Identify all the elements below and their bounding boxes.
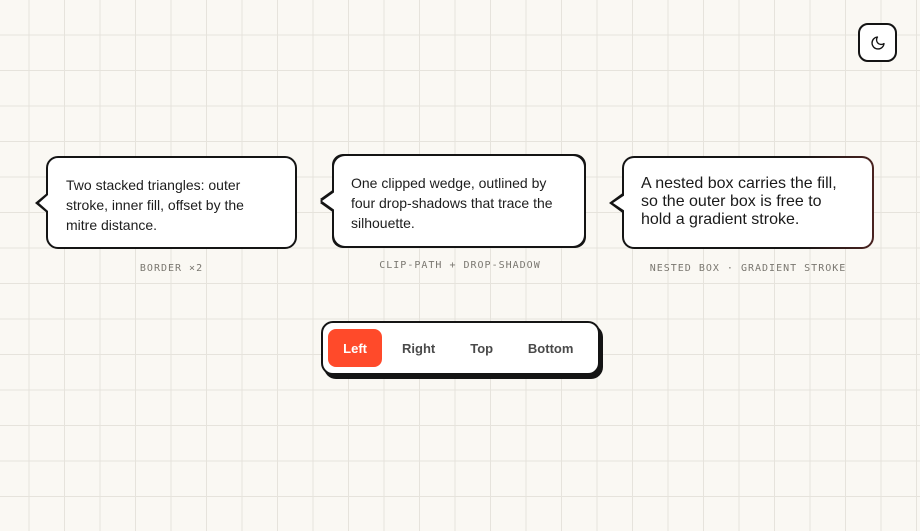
moon-icon [870,35,885,50]
bubble-body: One clipped wedge, outlined by four drop… [334,156,584,246]
bubble-inner-box: A nested box carries the fill, so the ou… [624,158,872,247]
placement-option-left[interactable]: Left [328,329,383,367]
speech-bubble-clip-path: One clipped wedge, outlined by four drop… [319,154,588,248]
placement-option-bottom[interactable]: Bottom [508,329,593,367]
placement-option-right[interactable]: Right [382,329,455,367]
bubble-text: One clipped wedge, outlined by four drop… [351,175,553,231]
caption-clip-path: CLIP-PATH + DROP-SHADOW [379,260,541,271]
bubble-text: Two stacked triangles: outer stroke, inn… [66,177,244,233]
bubble-text: A nested box carries the fill, so the ou… [641,175,837,228]
speech-bubble-border: Two stacked triangles: outer stroke, inn… [46,156,297,249]
tail-placement-selector: Left Right Top Bottom [321,321,600,375]
speech-bubble-nested-box: A nested box carries the fill, so the ou… [622,156,874,249]
placement-option-top[interactable]: Top [455,329,508,367]
caption-border: BORDER ×2 [139,263,204,274]
caption-nested-box: NESTED BOX · GRADIENT STROKE [649,263,847,274]
theme-toggle-button[interactable] [858,23,897,62]
